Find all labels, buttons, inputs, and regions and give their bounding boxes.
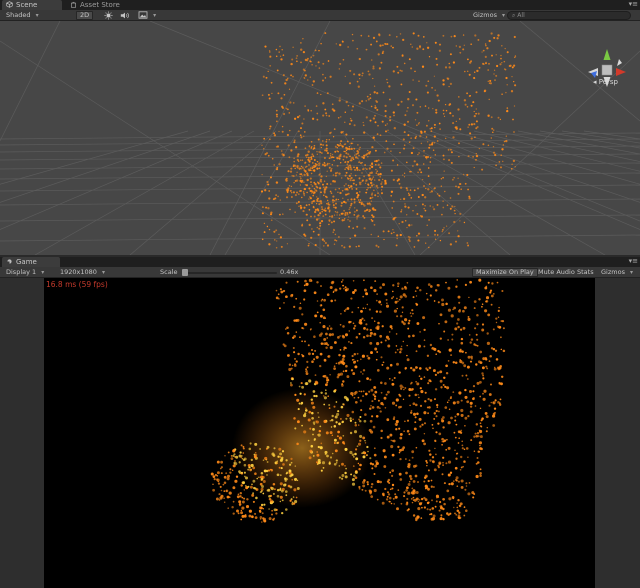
projection-toggle[interactable]: ◂ Persp <box>593 78 618 86</box>
game-icon <box>7 259 12 264</box>
toggle-2d-label: 2D <box>80 11 90 19</box>
game-toolbar: Display 1 1920x1080 Scale 0.46x Maximize… <box>0 267 640 278</box>
scene-gizmos-dropdown[interactable]: Gizmos <box>473 10 505 21</box>
game-graphic <box>210 278 506 523</box>
audio-toggle-button[interactable] <box>117 11 133 20</box>
tab-asset-store[interactable]: Asset Store <box>66 0 136 10</box>
shading-mode-dropdown[interactable]: Shaded <box>6 10 39 21</box>
mute-audio-label: Mute Audio <box>538 268 575 276</box>
speaker-icon <box>120 12 129 19</box>
tab-scene-label: Scene <box>16 1 38 9</box>
mute-audio-button[interactable]: Mute Audio <box>535 268 578 277</box>
scale-slider-track[interactable] <box>182 272 277 274</box>
tab-game[interactable]: Game <box>2 257 60 267</box>
shading-mode-label: Shaded <box>6 11 31 19</box>
display-label: Display 1 <box>6 268 37 276</box>
scale-value: 0.46x <box>280 268 299 276</box>
projection-arrow-icon: ◂ <box>593 78 597 86</box>
scale-label: Scale <box>160 268 178 276</box>
image-effects-icon <box>138 11 148 19</box>
tab-asset-store-label: Asset Store <box>80 1 120 9</box>
scene-toolbar: Shaded 2D Gizmos ⌕ All <box>0 10 640 21</box>
particle-core-glow <box>232 388 372 508</box>
maximize-on-play-label: Maximize On Play <box>476 268 534 276</box>
scene-search-input[interactable]: ⌕ All <box>507 11 631 20</box>
gizmo-y-axis-cone <box>603 49 611 60</box>
panel-menu-icon[interactable]: ▾≡ <box>629 0 638 8</box>
sun-icon <box>104 11 113 20</box>
scene-icon <box>6 1 13 8</box>
scene-search-placeholder: All <box>517 12 525 19</box>
toggle-2d-button[interactable]: 2D <box>76 11 94 20</box>
game-render-canvas <box>44 278 595 588</box>
scene-graphic <box>0 21 640 255</box>
gizmo-neg-z-cone <box>617 59 622 66</box>
fps-readout: 16.8 ms (59 fps) <box>46 280 108 289</box>
stats-label: Stats <box>577 268 594 276</box>
game-gizmos-label: Gizmos <box>601 268 625 276</box>
lighting-toggle-button[interactable] <box>101 11 116 20</box>
game-gizmos-dropdown[interactable]: Gizmos <box>601 267 633 278</box>
effects-dropdown[interactable] <box>135 11 159 20</box>
scale-slider-knob[interactable] <box>182 269 188 276</box>
scene-viewport[interactable]: ◂ Persp <box>0 21 640 255</box>
tab-scene[interactable]: Scene <box>2 0 62 10</box>
asset-store-icon <box>71 1 76 8</box>
gizmo-x-axis-cone <box>616 68 626 76</box>
scene-tab-bar: Scene Asset Store ▾≡ <box>0 0 640 10</box>
resolution-dropdown[interactable]: 1920x1080 <box>60 267 105 278</box>
stats-button[interactable]: Stats <box>574 268 597 277</box>
gizmo-center-cube <box>601 64 613 76</box>
display-dropdown[interactable]: Display 1 <box>6 267 44 278</box>
game-viewport[interactable] <box>0 278 640 588</box>
projection-label: Persp <box>598 78 618 86</box>
scene-grid <box>0 21 640 255</box>
tab-game-label: Game <box>16 258 37 266</box>
resolution-label: 1920x1080 <box>60 268 97 276</box>
maximize-on-play-button[interactable]: Maximize On Play <box>472 268 538 277</box>
scene-gizmos-label: Gizmos <box>473 11 497 19</box>
search-icon: ⌕ <box>512 12 516 19</box>
game-tab-bar: Game ▾≡ <box>0 257 640 267</box>
game-panel-menu-icon[interactable]: ▾≡ <box>629 257 638 265</box>
